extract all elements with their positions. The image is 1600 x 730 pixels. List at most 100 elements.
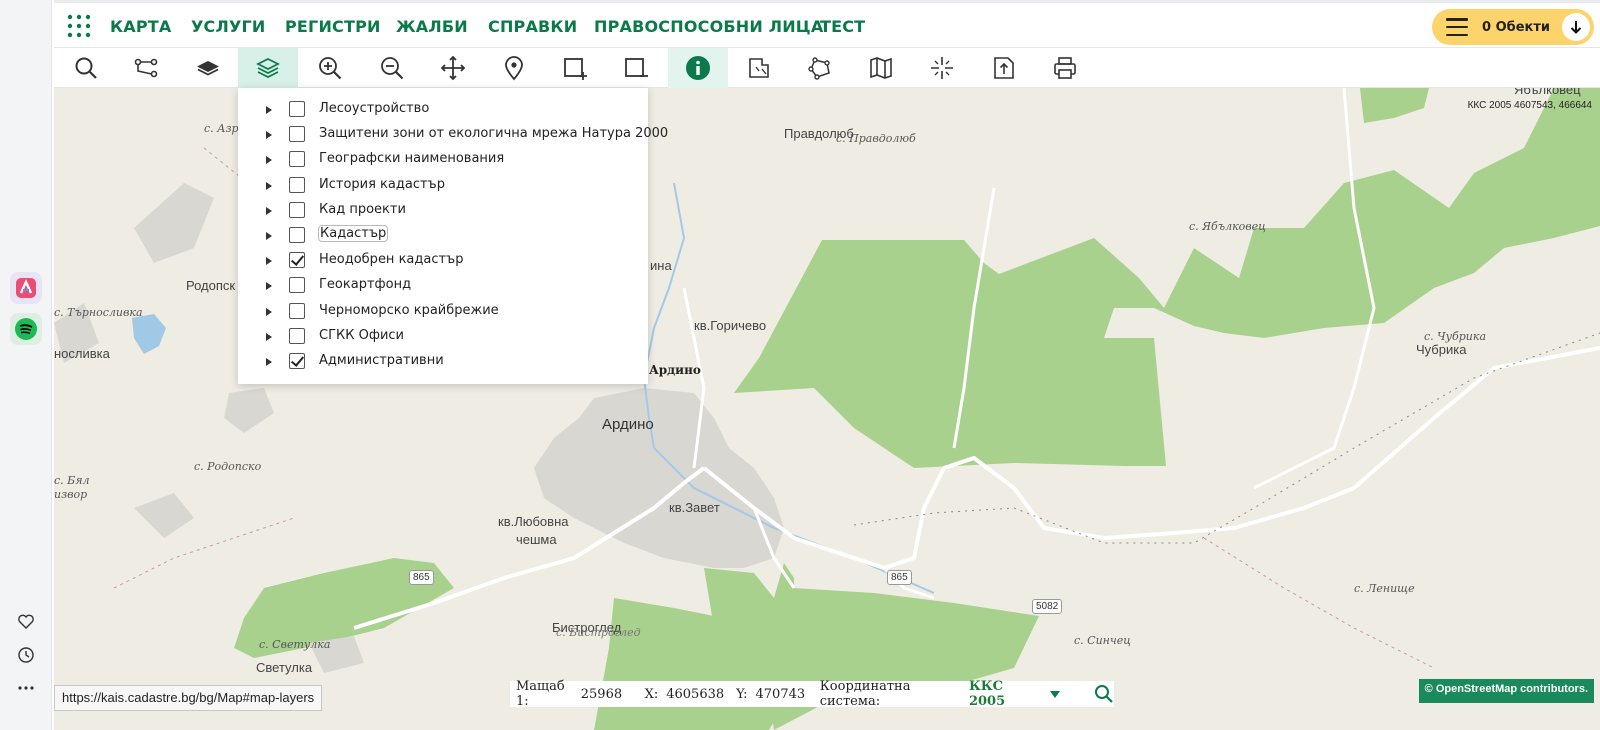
layer-label[interactable]: Кад проекти	[319, 202, 406, 217]
scale-value-input[interactable]: 25968	[580, 686, 635, 702]
layer-checkbox[interactable]	[289, 226, 305, 243]
nav-item-services[interactable]: УСЛУГИ	[191, 17, 266, 36]
history-icon[interactable]	[16, 645, 36, 665]
link-status-url: https://kais.cadastre.bg/bg/Map#map-laye…	[54, 685, 323, 711]
crs-dropdown-chevron-icon[interactable]	[1050, 690, 1060, 698]
layer-row[interactable]: Географски наименования	[238, 148, 648, 173]
road-number: 865	[887, 570, 912, 585]
layer-checkbox[interactable]	[289, 176, 305, 193]
coordinate-search-icon[interactable]	[1094, 684, 1114, 704]
print-button[interactable]	[1035, 48, 1095, 88]
place-label: с. Ябълковец	[1189, 220, 1266, 233]
layer-checkbox[interactable]	[289, 151, 305, 168]
export-button[interactable]	[974, 48, 1034, 88]
expand-caret-icon[interactable]	[266, 156, 272, 165]
select-box-add-button[interactable]	[545, 48, 605, 88]
expand-caret-icon[interactable]	[266, 357, 272, 366]
heart-icon[interactable]	[16, 612, 36, 632]
nav-item-licensed-persons[interactable]: ПРАВОСПОСОБНИ ЛИЦА	[594, 17, 823, 36]
place-label: с. Родопско	[194, 460, 262, 473]
info-button[interactable]	[668, 48, 728, 88]
layer-row[interactable]: Черноморско крайбрежие	[238, 300, 648, 325]
select-box-remove-icon	[625, 58, 648, 77]
expand-caret-icon[interactable]	[266, 307, 272, 316]
layer-label[interactable]: Лесоустройство	[319, 101, 429, 116]
layer-row[interactable]: Административни	[238, 350, 648, 375]
nav-item-references[interactable]: СПРАВКИ	[488, 17, 577, 36]
nav-item-test[interactable]: ТЕСТ	[820, 17, 865, 36]
arc-app-icon[interactable]	[10, 272, 42, 304]
osm-attribution-link[interactable]: © OpenStreetMap contributors.	[1418, 679, 1594, 703]
expand-caret-icon[interactable]	[266, 332, 272, 341]
layer-checkbox[interactable]	[289, 302, 305, 319]
layer-checkbox[interactable]	[289, 252, 305, 269]
route-tool-button[interactable]	[116, 48, 176, 88]
place-label: кв.Любовна	[498, 514, 569, 529]
layer-row[interactable]: Неодобрен кадастър	[238, 249, 648, 274]
place-label: с. Ленище	[1354, 582, 1415, 595]
polygon-button[interactable]	[790, 48, 850, 88]
layer-checkbox[interactable]	[289, 352, 305, 369]
road-number: 865	[409, 570, 434, 585]
nav-item-registers[interactable]: РЕГИСТРИ	[285, 17, 381, 36]
zoom-out-button[interactable]	[362, 48, 422, 88]
layers-tool-button[interactable]	[238, 48, 298, 88]
arrow-down-icon[interactable]	[1562, 13, 1590, 41]
layer-label[interactable]: Неодобрен кадастър	[319, 252, 464, 267]
search-icon	[75, 57, 97, 79]
layer-row[interactable]: Геокартфонд	[238, 274, 648, 299]
place-label: Ябълковец	[1514, 88, 1581, 97]
nav-item-complaints[interactable]: ЖАЛБИ	[396, 17, 468, 36]
measure-button[interactable]	[729, 48, 789, 88]
expand-caret-icon[interactable]	[266, 282, 272, 291]
nav-item-map[interactable]: КАРТА	[110, 17, 171, 36]
search-tool-button[interactable]	[56, 48, 116, 88]
layer-checkbox[interactable]	[289, 126, 305, 143]
place-label: с. Бистроглед	[556, 626, 641, 639]
marker-button[interactable]	[484, 48, 544, 88]
expand-caret-icon[interactable]	[266, 257, 272, 266]
layer-label[interactable]: Черноморско крайбрежие	[319, 303, 499, 318]
expand-caret-icon[interactable]	[266, 231, 272, 240]
expand-caret-icon[interactable]	[266, 131, 272, 140]
layer-row[interactable]: Лесоустройство	[238, 98, 648, 123]
place-label: Ардино	[649, 363, 701, 377]
map-view-button[interactable]	[851, 48, 911, 88]
layer-label[interactable]: Административни	[319, 353, 444, 368]
pan-button[interactable]	[423, 48, 483, 88]
expand-caret-icon[interactable]	[266, 181, 272, 190]
expand-caret-icon[interactable]	[266, 206, 272, 215]
place-label: с. Правдолюб	[836, 132, 916, 145]
layer-row[interactable]: История кадастър	[238, 174, 648, 199]
objects-cart-button[interactable]: 0 Обекти	[1432, 9, 1594, 45]
layer-checkbox[interactable]	[289, 201, 305, 218]
layer-checkbox[interactable]	[289, 277, 305, 294]
layer-label[interactable]: Кадастър	[317, 224, 389, 242]
more-icon[interactable]	[16, 678, 36, 698]
layer-row[interactable]: Кад проекти	[238, 199, 648, 224]
crosshair-icon	[931, 57, 953, 79]
export-icon	[994, 57, 1014, 79]
layer-row[interactable]: Кадастър	[238, 224, 648, 249]
layer-row[interactable]: СГКК Офиси	[238, 325, 648, 350]
select-box-remove-button[interactable]	[606, 48, 666, 88]
apps-grid-icon[interactable]	[66, 13, 92, 39]
layer-checkbox[interactable]	[289, 101, 305, 117]
layer-checkbox[interactable]	[289, 327, 305, 344]
crosshair-button[interactable]	[912, 48, 972, 88]
layer-label[interactable]: История кадастър	[319, 177, 445, 192]
layer-label[interactable]: Геокартфонд	[319, 277, 411, 292]
layer-label[interactable]: Защитени зони от екологична мрежа Натура…	[319, 126, 668, 141]
crs-select-value[interactable]: ККС 2005	[969, 679, 1036, 709]
layer-label[interactable]: Географски наименования	[319, 151, 504, 166]
layers-panel: Лесоустройство Защитени зони от екологичн…	[238, 88, 668, 384]
basemap-tool-button[interactable]	[178, 48, 238, 88]
map-icon	[870, 57, 892, 79]
layer-label[interactable]: СГКК Офиси	[319, 328, 404, 343]
zoom-in-button[interactable]	[300, 48, 360, 88]
layer-row[interactable]: Защитени зони от екологична мрежа Натура…	[238, 123, 668, 148]
spotify-icon[interactable]	[10, 313, 42, 345]
place-label: кв.Горичево	[694, 318, 767, 333]
zoom-in-icon	[319, 57, 342, 80]
expand-caret-icon[interactable]	[266, 106, 272, 114]
